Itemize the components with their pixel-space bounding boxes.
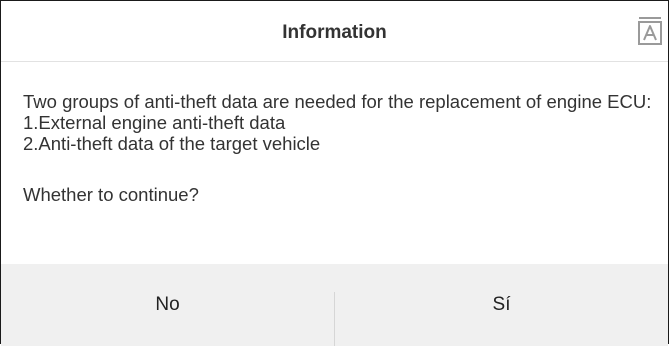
dialog-message: Two groups of anti-theft data are needed… [23, 91, 656, 205]
information-dialog: Information Two groups of anti-theft dat… [0, 0, 669, 346]
yes-button[interactable]: Sí [335, 264, 668, 346]
dialog-title: Information [282, 22, 387, 43]
dialog-footer: No Sí [1, 264, 668, 346]
no-button-label: No [155, 294, 180, 315]
message-line: 1.External engine anti-theft data [23, 112, 286, 133]
dialog-header: Information [1, 1, 668, 62]
message-line: Two groups of anti-theft data are needed… [23, 91, 652, 112]
font-size-icon[interactable] [636, 16, 664, 46]
continue-question: Whether to continue? [23, 184, 199, 205]
yes-button-label: Sí [492, 294, 511, 315]
no-button[interactable]: No [1, 264, 334, 346]
message-line: 2.Anti-theft data of the target vehicle [23, 133, 321, 154]
